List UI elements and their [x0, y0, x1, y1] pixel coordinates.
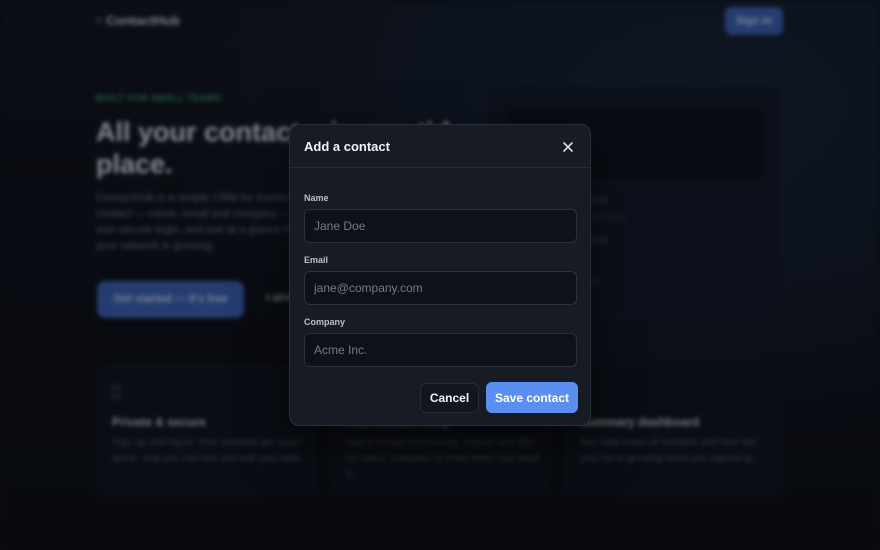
- company-label: Company: [304, 317, 346, 327]
- modal-header: Add a contact: [290, 125, 590, 168]
- email-label: Email: [304, 255, 329, 265]
- close-icon: [563, 142, 573, 152]
- name-label: Name: [304, 193, 329, 203]
- company-input[interactable]: [304, 333, 577, 367]
- name-input[interactable]: [304, 209, 577, 243]
- add-contact-modal: Add a contact Name Email Company Cancel …: [289, 124, 591, 426]
- modal-title: Add a contact: [304, 139, 390, 154]
- email-input[interactable]: [304, 271, 577, 305]
- save-contact-button[interactable]: Save contact: [486, 382, 578, 413]
- cancel-button[interactable]: Cancel: [420, 383, 479, 413]
- close-button[interactable]: [558, 137, 578, 157]
